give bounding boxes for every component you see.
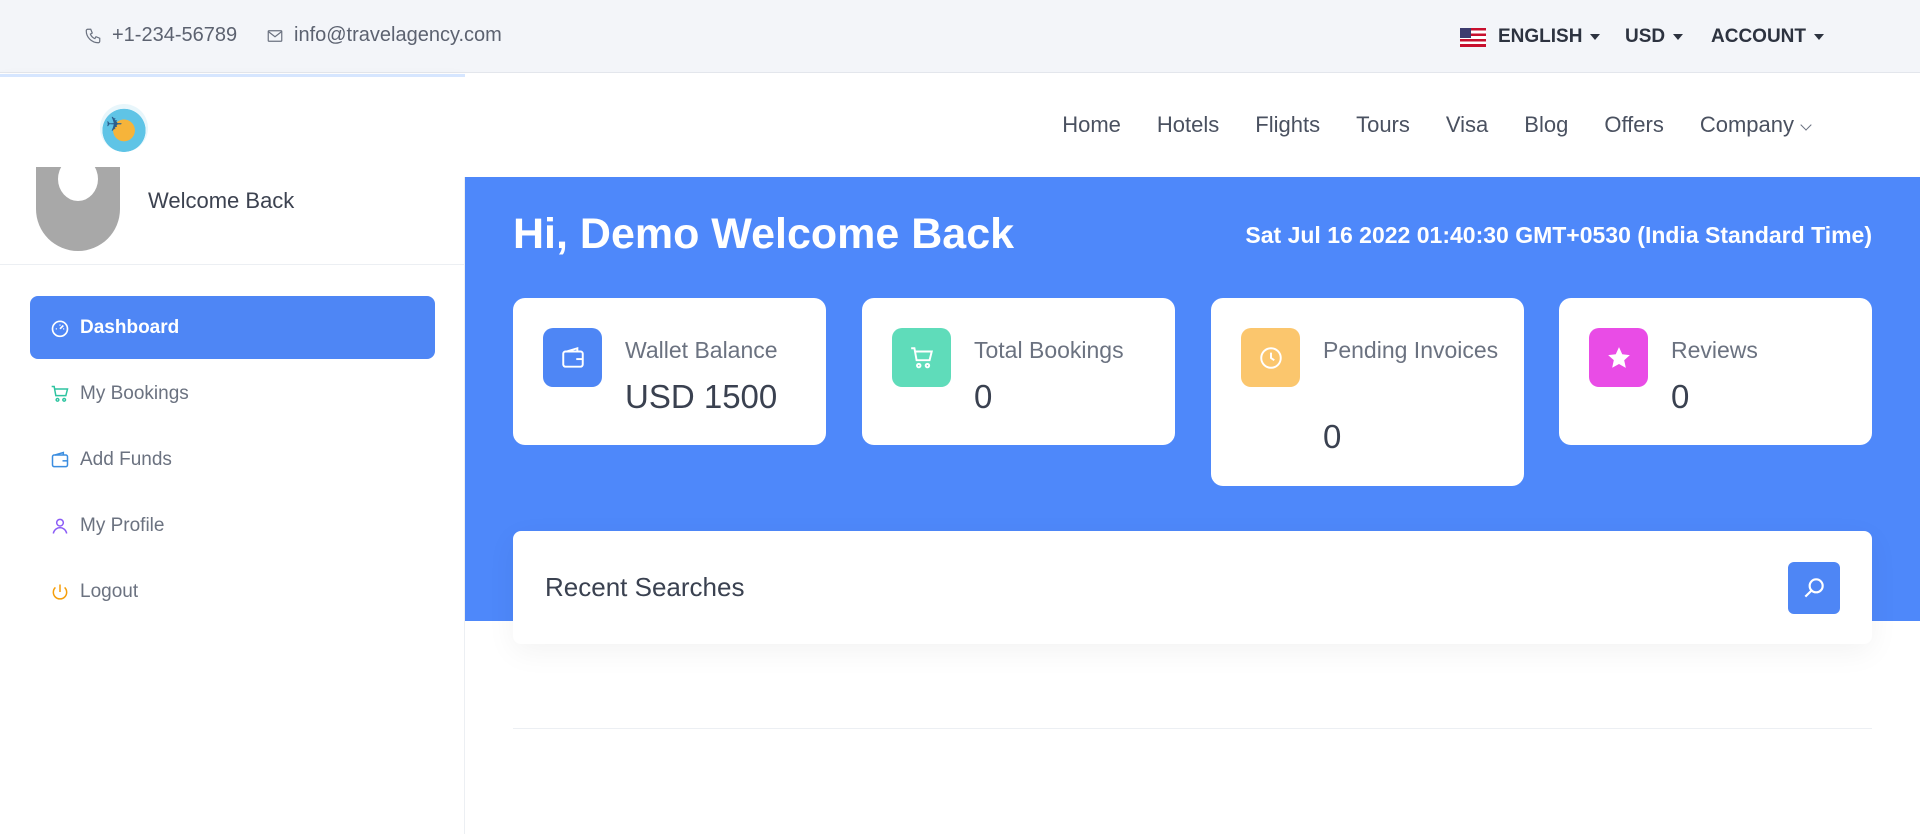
nav-home[interactable]: Home — [1062, 112, 1121, 138]
nav-links: Home Hotels Flights Tours Visa Blog Offe… — [1062, 112, 1812, 138]
stat-label: Reviews — [1671, 337, 1758, 363]
sidebar-item-my-bookings[interactable]: My Bookings — [30, 362, 435, 425]
sidebar-item-add-funds[interactable]: Add Funds — [30, 428, 435, 491]
user-icon — [52, 518, 68, 534]
language-dropdown[interactable]: ENGLISH — [1460, 26, 1601, 48]
stat-label: Pending Invoices — [1323, 337, 1499, 363]
cart-icon — [910, 346, 933, 368]
stat-value: 0 — [1671, 378, 1690, 415]
mail-icon — [267, 29, 283, 42]
stat-card-reviews: Reviews 0 — [1559, 298, 1872, 445]
phone-icon — [85, 28, 101, 43]
top-bar: +1-234-56789 info@travelagency.com ENGLI… — [0, 0, 1920, 73]
site-logo[interactable]: ✈ — [100, 104, 148, 152]
sidebar-item-label: My Bookings — [80, 382, 189, 404]
recent-searches-title: Recent Searches — [545, 572, 745, 602]
nav-company-label: Company — [1699, 112, 1794, 137]
currency-label: USD — [1625, 26, 1666, 47]
logo-area: ✈ — [0, 74, 465, 177]
sidebar-item-label: Logout — [80, 580, 139, 602]
current-datetime: Sat Jul 16 2022 01:40:30 GMT+0530 (India… — [1245, 222, 1872, 248]
nav-flights[interactable]: Flights — [1255, 112, 1320, 138]
nav-hotels[interactable]: Hotels — [1157, 112, 1219, 138]
nav-visa[interactable]: Visa — [1446, 112, 1488, 138]
sidebar-item-dashboard[interactable]: Dashboard — [30, 296, 435, 359]
stat-card-wallet: Wallet Balance USD 1500 — [513, 298, 826, 445]
caret-down-icon — [1673, 34, 1684, 40]
stat-label: Total Bookings — [974, 337, 1124, 363]
sidebar: Welcome Back Dashboard My Bookings Add F… — [0, 167, 465, 834]
stat-value: 0 — [1323, 418, 1342, 455]
caret-down-icon — [1590, 34, 1601, 40]
us-flag-icon — [1460, 27, 1486, 47]
sidebar-item-my-profile[interactable]: My Profile — [30, 494, 435, 557]
sidebar-item-label: Add Funds — [80, 448, 172, 470]
clock-icon-box — [1241, 328, 1300, 387]
stat-value: 0 — [974, 378, 993, 415]
phone-contact[interactable]: +1-234-56789 — [84, 24, 237, 47]
star-icon-box — [1589, 328, 1648, 387]
cart-icon-box — [892, 328, 951, 387]
star-icon — [1607, 346, 1630, 368]
sidebar-menu: Dashboard My Bookings Add Funds My Profi… — [30, 296, 435, 626]
account-dropdown[interactable]: ACCOUNT — [1711, 26, 1824, 48]
stat-value: USD 1500 — [625, 378, 778, 415]
wallet-icon — [51, 450, 69, 467]
nav-tours[interactable]: Tours — [1356, 112, 1410, 138]
main-navbar: Home Hotels Flights Tours Visa Blog Offe… — [465, 74, 1920, 177]
stat-card-invoices: Pending Invoices 0 — [1211, 298, 1524, 486]
power-icon — [52, 584, 68, 600]
stat-card-bookings: Total Bookings 0 — [862, 298, 1175, 445]
currency-dropdown[interactable]: USD — [1625, 26, 1684, 48]
chevron-down-icon — [1800, 119, 1812, 131]
language-label: ENGLISH — [1498, 26, 1583, 47]
sidebar-item-label: Dashboard — [80, 316, 180, 338]
clock-icon — [1259, 346, 1282, 369]
wallet-icon-box — [543, 328, 602, 387]
nav-blog[interactable]: Blog — [1524, 112, 1568, 138]
plane-icon: ✈ — [106, 114, 123, 136]
cart-icon — [51, 385, 69, 402]
stat-label: Wallet Balance — [625, 337, 778, 363]
sidebar-item-logout[interactable]: Logout — [30, 560, 435, 623]
welcome-box: Welcome Back — [0, 167, 465, 265]
phone-text: +1-234-56789 — [112, 24, 238, 46]
search-icon — [1804, 578, 1824, 598]
wallet-icon — [561, 346, 584, 368]
nav-offers[interactable]: Offers — [1604, 112, 1664, 138]
welcome-text: Welcome Back — [148, 188, 295, 213]
recent-searches-panel: Recent Searches — [513, 531, 1872, 644]
avatar — [36, 167, 120, 251]
dashboard-icon — [51, 320, 69, 337]
account-label: ACCOUNT — [1711, 26, 1806, 47]
nav-company[interactable]: Company — [1699, 112, 1812, 138]
email-text: info@travelagency.com — [294, 24, 502, 46]
email-contact[interactable]: info@travelagency.com — [266, 24, 502, 47]
page-title: Hi, Demo Welcome Back — [513, 210, 1015, 258]
content-divider — [513, 728, 1872, 729]
sidebar-item-label: My Profile — [80, 514, 165, 536]
caret-down-icon — [1814, 34, 1824, 40]
search-button[interactable] — [1788, 562, 1840, 614]
